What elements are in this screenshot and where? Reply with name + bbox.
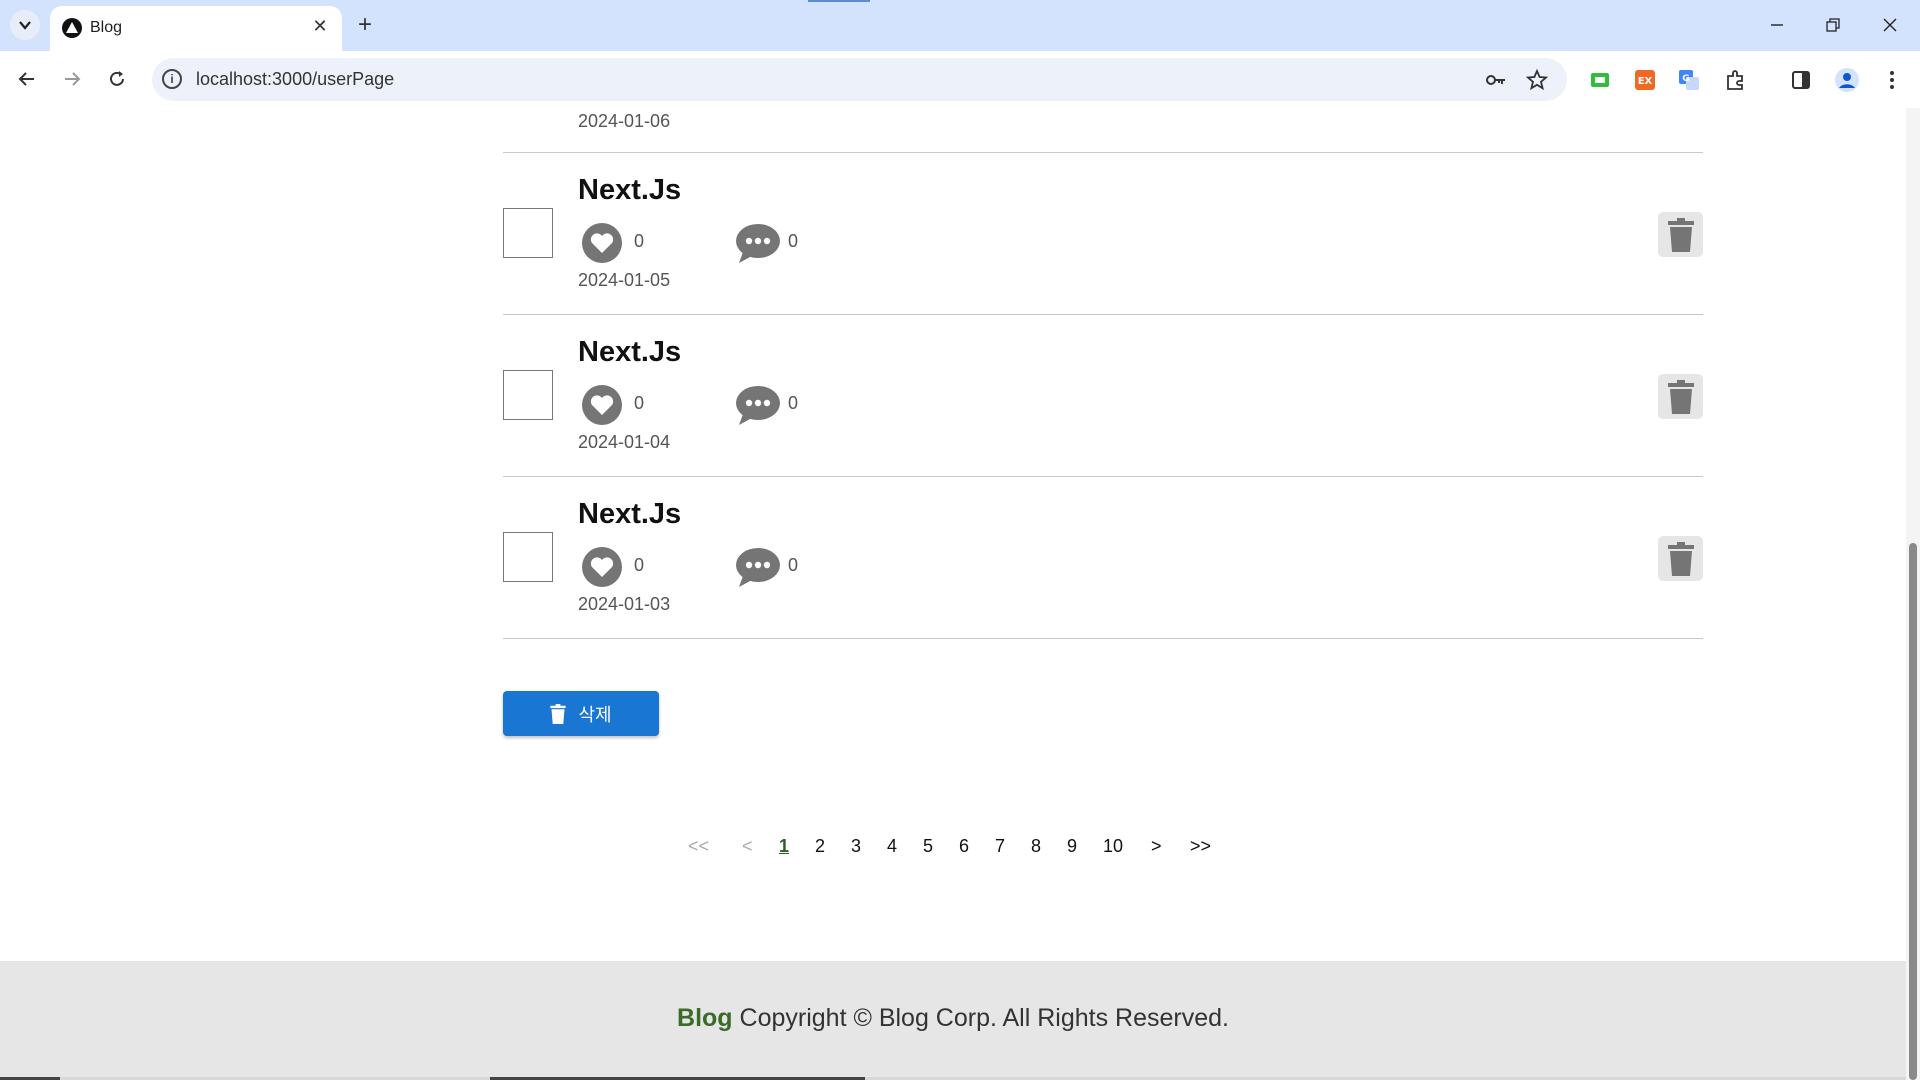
side-panel-icon[interactable] (1787, 66, 1815, 94)
like-count: 0 (634, 393, 645, 413)
puzzle-icon[interactable] (1722, 66, 1750, 94)
arrow-right-icon (65, 72, 81, 86)
like-count: 0 (634, 555, 645, 575)
url-text[interactable]: localhost:3000/userPage (196, 69, 394, 90)
comment-icon[interactable] (735, 222, 781, 264)
svg-text:EX: EX (1638, 76, 1653, 87)
close-icon (1883, 18, 1897, 32)
list-item: Next.Js 0 0 2024-01-03 (503, 476, 1703, 638)
post-title[interactable]: Next.Js (578, 174, 681, 207)
last-page-link[interactable]: >> (1190, 836, 1211, 857)
back-button[interactable] (11, 63, 43, 95)
minimize-icon (1771, 24, 1783, 26)
browser-toolbar: i localhost:3000/userPage EX G (0, 51, 1920, 108)
heart-icon[interactable] (581, 222, 623, 264)
new-tab-button[interactable]: + (352, 10, 378, 40)
page-link-2[interactable]: 2 (815, 836, 825, 857)
post-checkbox[interactable] (503, 208, 553, 258)
trash-icon (1667, 541, 1694, 576)
plus-icon: + (357, 11, 372, 38)
reload-button[interactable] (101, 63, 133, 95)
post-date: 2024-01-03 (578, 594, 671, 614)
scrollbar-thumb[interactable] (1909, 543, 1917, 1080)
heart-icon[interactable] (581, 546, 623, 588)
post-title[interactable]: Next.Js (578, 498, 681, 531)
tab-search-button[interactable] (10, 10, 40, 40)
prev-page-link[interactable]: < (742, 836, 753, 857)
star-icon[interactable] (1524, 67, 1550, 93)
close-window-button[interactable] (1870, 8, 1910, 42)
browser-tab[interactable]: Blog ✕ (50, 6, 342, 51)
page-scrollbar[interactable] (1906, 108, 1920, 1080)
delete-post-button[interactable] (1658, 536, 1703, 581)
post-date: 2024-01-05 (578, 270, 671, 290)
trash-icon (1667, 379, 1694, 414)
green-extension-icon[interactable] (1586, 66, 1614, 94)
page-link-5[interactable]: 5 (923, 836, 933, 857)
page-link-8[interactable]: 8 (1031, 836, 1041, 857)
arrow-left-icon (18, 72, 34, 86)
forward-button[interactable] (56, 63, 88, 95)
page-link-6[interactable]: 6 (959, 836, 969, 857)
reload-icon (110, 71, 124, 86)
more-vert-icon[interactable] (1878, 66, 1906, 94)
footer-copyright: Blog Copyright © Blog Corp. All Rights R… (0, 1004, 1906, 1033)
page-footer: Blog Copyright © Blog Corp. All Rights R… (0, 961, 1906, 1080)
trash-icon (1667, 217, 1694, 252)
footer-text: Copyright © Blog Corp. All Rights Reserv… (739, 1004, 1229, 1032)
comment-icon[interactable] (735, 546, 781, 588)
page-link-4[interactable]: 4 (887, 836, 897, 857)
restore-icon (1826, 18, 1840, 32)
heart-icon[interactable] (581, 384, 623, 426)
browser-tab-bar: Blog ✕ + (0, 0, 1920, 51)
comment-icon[interactable] (735, 384, 781, 426)
page-viewport: 2024-01-06 Next.Js 0 0 2024-01-05 Next.J… (0, 108, 1906, 1080)
like-count: 0 (634, 231, 645, 251)
close-icon[interactable]: ✕ (308, 14, 332, 38)
info-icon[interactable]: i (162, 69, 182, 89)
list-item: Next.Js 0 0 2024-01-05 (503, 152, 1703, 314)
post-checkbox[interactable] (503, 370, 553, 420)
trash-icon (550, 703, 567, 724)
translate-icon[interactable]: G (1675, 66, 1703, 94)
ex-extension-icon[interactable]: EX (1631, 66, 1659, 94)
tab-strip-indicator (808, 0, 870, 2)
next-page-link[interactable]: > (1151, 836, 1162, 857)
profile-avatar-icon[interactable] (1833, 66, 1861, 94)
first-page-link[interactable]: << (688, 836, 709, 857)
bulk-delete-button[interactable]: 삭제 (503, 691, 659, 736)
chevron-down-icon (19, 21, 31, 30)
delete-post-button[interactable] (1658, 374, 1703, 419)
page-link-3[interactable]: 3 (851, 836, 861, 857)
divider (503, 638, 1703, 639)
post-checkbox[interactable] (503, 532, 553, 582)
comment-count: 0 (788, 231, 799, 251)
minimize-button[interactable] (1757, 8, 1797, 42)
triangle-logo-icon (62, 18, 82, 38)
footer-brand[interactable]: Blog (677, 1004, 733, 1032)
svg-text:G: G (1682, 74, 1689, 84)
post-date: 2024-01-06 (578, 111, 671, 131)
page-link-10[interactable]: 10 (1103, 836, 1123, 857)
post-date: 2024-01-04 (578, 432, 671, 452)
delete-post-button[interactable] (1658, 212, 1703, 257)
comment-count: 0 (788, 393, 799, 413)
pagination: << < 1 2 3 4 5 6 7 8 9 10 > >> (0, 836, 1906, 866)
address-bar[interactable]: i localhost:3000/userPage (152, 58, 1567, 101)
comment-count: 0 (788, 555, 799, 575)
list-item: Next.Js 0 0 2024-01-04 (503, 314, 1703, 476)
key-icon[interactable] (1483, 67, 1509, 93)
post-title[interactable]: Next.Js (578, 336, 681, 369)
page-link-1[interactable]: 1 (779, 836, 789, 857)
bulk-delete-label: 삭제 (578, 704, 612, 726)
page-link-7[interactable]: 7 (995, 836, 1005, 857)
tab-title: Blog (90, 19, 123, 36)
restore-button[interactable] (1813, 8, 1853, 42)
page-link-9[interactable]: 9 (1067, 836, 1077, 857)
